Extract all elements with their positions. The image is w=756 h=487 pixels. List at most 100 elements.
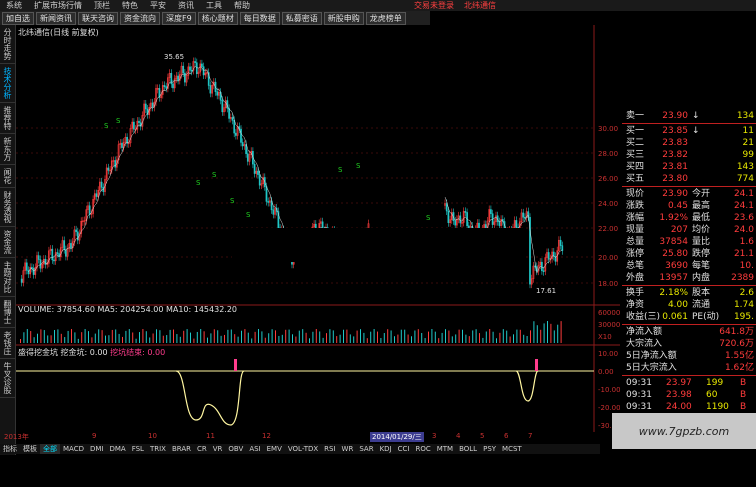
candle xyxy=(32,268,35,275)
menu-item[interactable]: 资讯 xyxy=(172,0,200,11)
volume-bar xyxy=(353,336,355,343)
left-tab[interactable]: 资金流 xyxy=(0,227,15,258)
volume-bar xyxy=(485,331,487,343)
volume-bar xyxy=(84,329,86,343)
left-tab[interactable]: 翻博士 xyxy=(0,297,15,328)
left-tab[interactable]: 新东方 xyxy=(0,134,15,165)
tick-time: 09:31 xyxy=(626,390,652,400)
indicator-tab[interactable]: CCI xyxy=(395,444,413,454)
volume-bar xyxy=(349,334,351,343)
toolbar-button[interactable]: 龙虎榜单 xyxy=(365,11,406,25)
toolbar-button[interactable]: 深度F9 xyxy=(162,11,196,25)
candle xyxy=(56,252,59,254)
indicator-tab[interactable]: 模板 xyxy=(20,444,40,454)
candle xyxy=(221,100,224,113)
flow-row: 净流入额 641.8万 xyxy=(622,326,756,338)
indicator-tab[interactable]: OBV xyxy=(225,444,246,454)
toolbar-button[interactable]: 新闻资讯 xyxy=(36,11,76,25)
tick-row: 09:31 23.98 60 B xyxy=(622,389,756,401)
candle xyxy=(88,205,91,215)
indicator-tab[interactable]: ROC xyxy=(412,444,433,454)
indicator-tab-bar: 指标 模板 全部 MACD DMI DMA FSL TRIX BRAR CR VR OBV ASI EMV… xyxy=(0,444,600,454)
left-tab[interactable]: 老钱庄 xyxy=(0,328,15,359)
volume-bar xyxy=(40,329,42,343)
candle xyxy=(233,120,236,134)
volume-bar xyxy=(417,329,419,343)
menu-item[interactable]: 扩展市场行情 xyxy=(28,0,88,11)
volume-bar xyxy=(298,330,300,343)
left-tab[interactable]: 牛叉诊股 xyxy=(0,359,15,398)
indicator-tab[interactable]: SAR xyxy=(356,444,376,454)
toolbar-button[interactable]: 加自选 xyxy=(2,11,34,25)
indicator-tab[interactable]: 指标 xyxy=(0,444,20,454)
chart-title: 北纬通信(日线 前复权) xyxy=(18,28,99,37)
indicator-tab[interactable]: RSI xyxy=(321,444,338,454)
indicator-tab[interactable]: EMV xyxy=(264,444,285,454)
volume-bar xyxy=(322,337,324,343)
indicator-tab[interactable]: MTM xyxy=(434,444,456,454)
indicator-tab[interactable]: TRIX xyxy=(147,444,169,454)
menu-item[interactable]: 系统 xyxy=(0,0,28,11)
volume-bar xyxy=(394,336,395,343)
indicator-tab[interactable]: ASI xyxy=(246,444,263,454)
volume-bar xyxy=(132,332,134,343)
toolbar-button[interactable]: 每日数据 xyxy=(239,11,280,25)
indicator-tab[interactable]: KDJ xyxy=(377,444,395,454)
candle xyxy=(76,231,79,241)
indicator-tab[interactable]: VR xyxy=(210,444,226,454)
candle xyxy=(63,240,66,250)
left-tab[interactable]: 推荐特 xyxy=(0,103,15,134)
indicator-tab[interactable]: FSL xyxy=(129,444,147,454)
menu-item[interactable]: 帮助 xyxy=(228,0,256,11)
volume-bar xyxy=(118,333,120,343)
menu-item[interactable]: 顶栏 xyxy=(88,0,116,11)
indicator-tab[interactable]: PSY xyxy=(480,444,499,454)
stat-label: 每笔 xyxy=(692,261,711,271)
left-tab[interactable]: 技术分析 xyxy=(0,64,15,103)
stat-label: 外盘 xyxy=(626,273,645,283)
menu-item[interactable]: 特色 xyxy=(116,0,144,11)
toolbar-button[interactable]: 新股申购 xyxy=(323,11,364,25)
volume-bar xyxy=(451,336,453,343)
volume-bar xyxy=(431,329,433,343)
left-tab[interactable]: 财务透视 xyxy=(0,188,15,227)
volume-bar xyxy=(224,334,225,343)
volume-bar xyxy=(346,329,348,343)
indicator-axis-label: -20.00 xyxy=(598,404,620,412)
indicator-tab[interactable]: MACD xyxy=(60,444,87,454)
indicator-tab[interactable]: WR xyxy=(339,444,357,454)
volume-bar xyxy=(217,330,219,343)
menu-bar: 系统 扩展市场行情 顶栏 特色 平安 资讯 工具 帮助 xyxy=(0,0,756,11)
volume-bar xyxy=(285,329,287,343)
left-tab[interactable]: 分时走势 xyxy=(0,25,15,64)
flow-label: 5日净流入额 xyxy=(626,351,677,361)
indicator-tab[interactable]: VOL-TDX xyxy=(285,444,321,454)
toolbar-button[interactable]: 私募密语 xyxy=(281,11,322,25)
menu-item[interactable]: 工具 xyxy=(200,0,228,11)
toolbar-button[interactable]: 联天咨询 xyxy=(78,11,118,25)
candle xyxy=(515,220,518,228)
volume-bar xyxy=(506,330,508,343)
stat-label: 量比 xyxy=(692,237,711,247)
indicator-tab[interactable]: 全部 xyxy=(40,444,60,454)
volume-bar xyxy=(149,337,151,343)
toolbar-button[interactable]: 核心题材 xyxy=(197,11,238,25)
volume-bar xyxy=(377,331,378,343)
volume-bar xyxy=(407,334,409,343)
indicator-pink-label: 挖坑结束: 0.00 xyxy=(110,348,166,357)
stat-value: 24.1 xyxy=(733,189,754,199)
candle xyxy=(144,103,147,110)
volume-bar xyxy=(23,332,25,343)
indicator-tab[interactable]: MCST xyxy=(499,444,525,454)
indicator-tab[interactable]: DMI xyxy=(87,444,107,454)
menu-item[interactable]: 平安 xyxy=(144,0,172,11)
indicator-tab[interactable]: CR xyxy=(194,444,210,454)
indicator-tab[interactable]: BOLL xyxy=(456,444,480,454)
left-tab[interactable]: 闻花 xyxy=(0,165,15,188)
indicator-tab[interactable]: DMA xyxy=(106,444,128,454)
left-tab[interactable]: 主题对比 xyxy=(0,258,15,297)
indicator-tab[interactable]: BRAR xyxy=(169,444,194,454)
candle xyxy=(209,85,212,94)
volume-bar xyxy=(81,332,83,343)
toolbar-button[interactable]: 资金流向 xyxy=(120,11,160,25)
